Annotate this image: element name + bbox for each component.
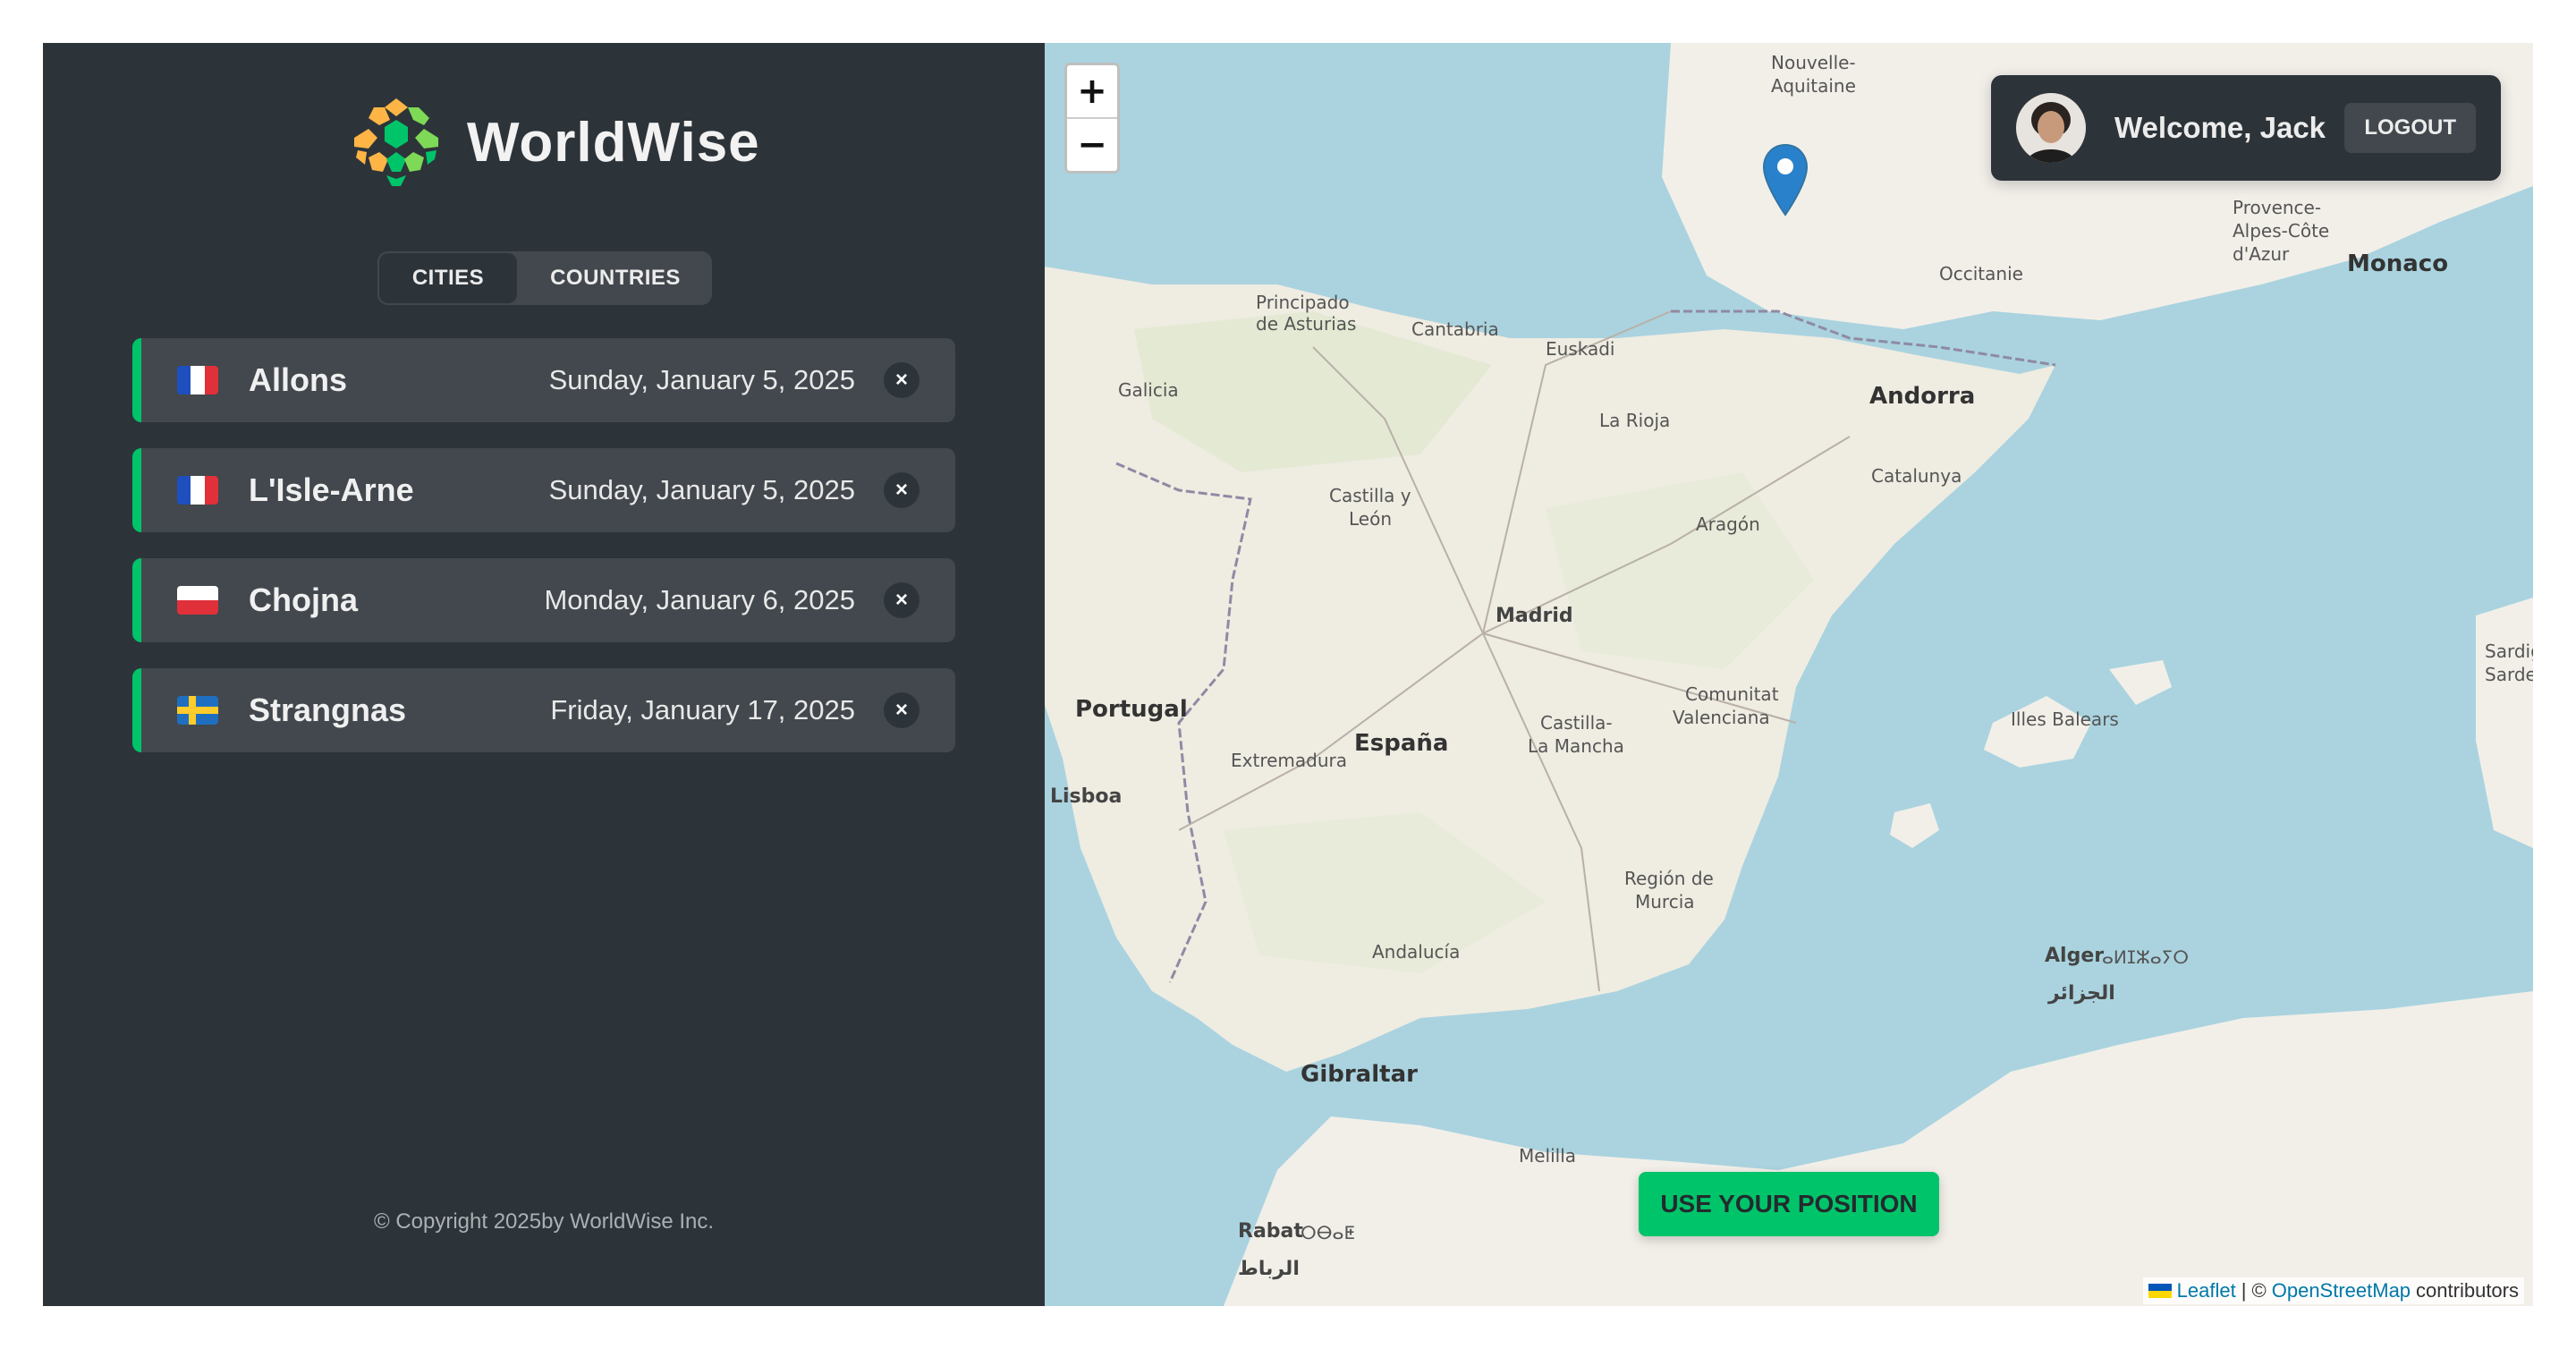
map-label: España bbox=[1354, 730, 1449, 757]
city-date: Monday, January 6, 2025 bbox=[544, 584, 855, 615]
map-label: La Rioja bbox=[1599, 410, 1671, 431]
city-date: Sunday, January 5, 2025 bbox=[548, 474, 855, 505]
delete-city-button[interactable]: × bbox=[884, 472, 919, 508]
delete-city-button[interactable]: × bbox=[884, 692, 919, 728]
delete-city-button[interactable]: × bbox=[884, 582, 919, 618]
city-item-lisle-arne[interactable]: L'Isle-Arne Sunday, January 5, 2025 × bbox=[132, 448, 955, 532]
map-label: Aquitaine bbox=[1771, 75, 1856, 97]
map-label: Sarde bbox=[2485, 664, 2533, 685]
leaflet-link[interactable]: Leaflet bbox=[2177, 1279, 2236, 1302]
map-label: Región de bbox=[1624, 868, 1714, 889]
globe-logo-icon bbox=[350, 96, 443, 189]
poland-flag-icon bbox=[177, 586, 218, 615]
app: WorldWise Cities Countries Allons Sunday… bbox=[43, 43, 2533, 1306]
city-name: Chojna bbox=[249, 581, 358, 618]
map-label: Occitanie bbox=[1939, 263, 2023, 284]
map-label: Monaco bbox=[2347, 250, 2449, 277]
france-flag-icon bbox=[177, 476, 218, 505]
copyright-text: © Copyright 2025by WorldWise Inc. bbox=[373, 1209, 715, 1234]
map-label: León bbox=[1349, 508, 1393, 530]
logout-button[interactable]: Logout bbox=[2344, 103, 2476, 153]
map-label: الجزائر bbox=[2048, 982, 2115, 1005]
city-date: Friday, January 17, 2025 bbox=[550, 694, 855, 725]
map-label: d'Azur bbox=[2233, 243, 2290, 265]
map-label: Valenciana bbox=[1673, 707, 1770, 728]
city-name: L'Isle-Arne bbox=[249, 471, 414, 508]
map-label: Andalucía bbox=[1372, 941, 1461, 963]
map-label: Nouvelle- bbox=[1771, 52, 1856, 73]
welcome-text: Welcome, Jack bbox=[2114, 111, 2326, 144]
map-label: Cantabria bbox=[1411, 318, 1499, 340]
map-label: Comunitat bbox=[1685, 683, 1779, 705]
city-name: Allons bbox=[249, 361, 348, 398]
openstreetmap-link[interactable]: OpenStreetMap bbox=[2272, 1279, 2411, 1302]
map-label: Murcia bbox=[1635, 891, 1695, 912]
map-label: الرباط bbox=[1238, 1258, 1300, 1280]
map-label: Melilla bbox=[1519, 1145, 1577, 1167]
map-label: Andorra bbox=[1869, 383, 1976, 410]
map-label: de Asturias bbox=[1256, 313, 1357, 335]
map-label: Provence- bbox=[2233, 197, 2322, 218]
city-name: Strangnas bbox=[249, 691, 407, 728]
city-list: Allons Sunday, January 5, 2025 × L'Isle-… bbox=[132, 338, 955, 778]
sidebar: WorldWise Cities Countries Allons Sunday… bbox=[43, 43, 1045, 1306]
france-flag-icon bbox=[177, 366, 218, 395]
city-item-strangnas[interactable]: Strangnas Friday, January 17, 2025 × bbox=[132, 668, 955, 752]
city-date: Sunday, January 5, 2025 bbox=[548, 364, 855, 395]
map-label: ⵔⴱⴰⵟ bbox=[1301, 1222, 1355, 1243]
delete-city-button[interactable]: × bbox=[884, 362, 919, 398]
map-marker-icon[interactable] bbox=[1762, 143, 1809, 216]
zoom-in-button[interactable]: + bbox=[1067, 65, 1117, 119]
map-label: Portugal bbox=[1075, 696, 1188, 723]
map-label: Madrid bbox=[1496, 605, 1573, 627]
map-label: ⴰⵍⵊⵣⴰⵢⵔ bbox=[2102, 946, 2190, 968]
map-label: Alpes-Côte bbox=[2233, 220, 2330, 242]
map-label: Illes Balears bbox=[2011, 708, 2119, 730]
map-label: Principado bbox=[1256, 292, 1350, 313]
map-label: Castilla y bbox=[1329, 485, 1411, 506]
map-label: Alger bbox=[2045, 945, 2105, 967]
map-label: Castilla- bbox=[1540, 712, 1613, 734]
tab-cities[interactable]: Cities bbox=[379, 253, 517, 303]
tab-countries[interactable]: Countries bbox=[519, 251, 712, 305]
map-label: Lisboa bbox=[1050, 785, 1123, 808]
user-panel: Welcome, Jack Logout bbox=[1991, 75, 2501, 181]
map-container[interactable]: Nouvelle- Aquitaine Occitanie Provence- … bbox=[1045, 43, 2533, 1306]
map-label: Extremadura bbox=[1231, 750, 1347, 771]
map-label: Aragón bbox=[1696, 513, 1760, 535]
logo[interactable]: WorldWise bbox=[347, 93, 760, 191]
city-item-allons[interactable]: Allons Sunday, January 5, 2025 × bbox=[132, 338, 955, 422]
map-label: Euskadi bbox=[1546, 338, 1615, 360]
zoom-out-button[interactable]: − bbox=[1067, 119, 1117, 171]
map-label: La Mancha bbox=[1528, 735, 1624, 757]
map-label: Sardig bbox=[2485, 641, 2533, 662]
map-attribution: Leaflet | © OpenStreetMap contributors bbox=[2142, 1277, 2524, 1304]
zoom-control: + − bbox=[1064, 63, 1120, 174]
map-label: Rabat bbox=[1238, 1220, 1303, 1243]
map-label: Catalunya bbox=[1871, 465, 1962, 487]
map-label: Galicia bbox=[1118, 379, 1179, 401]
avatar bbox=[2016, 93, 2086, 163]
tab-switcher: Cities Countries bbox=[377, 251, 712, 305]
attribution-contributors: contributors bbox=[2416, 1279, 2519, 1302]
attribution-separator: | © bbox=[2241, 1279, 2267, 1302]
map-label: Gibraltar bbox=[1301, 1061, 1418, 1088]
ukraine-flag-icon bbox=[2148, 1284, 2172, 1298]
brand-name: WorldWise bbox=[467, 111, 760, 174]
sweden-flag-icon bbox=[177, 696, 218, 725]
city-item-chojna[interactable]: Chojna Monday, January 6, 2025 × bbox=[132, 558, 955, 642]
use-position-button[interactable]: Use your position bbox=[1639, 1172, 1939, 1236]
